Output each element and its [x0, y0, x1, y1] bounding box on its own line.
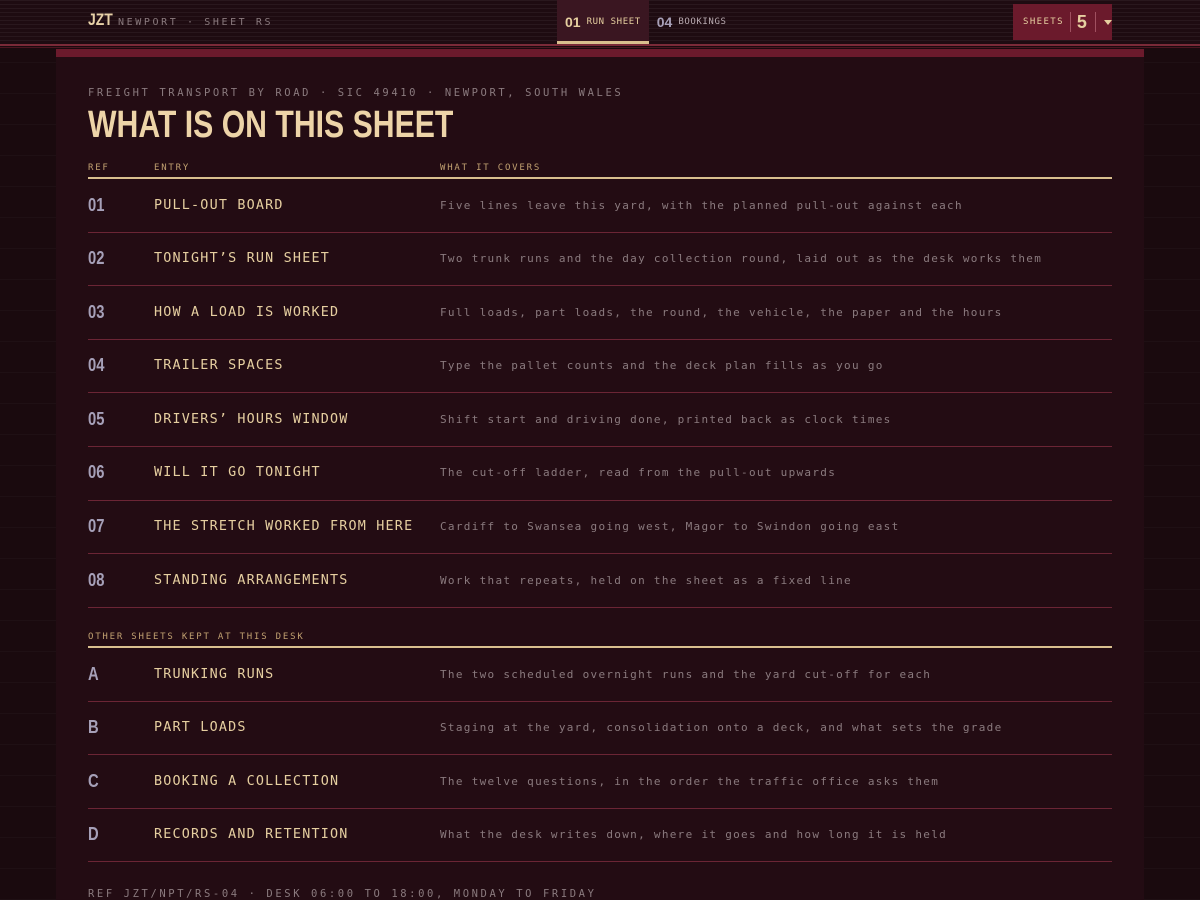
entry-ref: 01 [88, 194, 105, 215]
entry-description: Work that repeats, held on the sheet as … [440, 573, 852, 587]
entry-ref: A [88, 663, 99, 684]
list-item[interactable]: 08 STANDING ARRANGEMENTS Work that repea… [88, 554, 1112, 608]
list-item[interactable]: 07 THE STRETCH WORKED FROM HERE Cardiff … [88, 501, 1112, 555]
list-item[interactable]: 06 WILL IT GO TONIGHT The cut-off ladder… [88, 447, 1112, 501]
entry-ref: 08 [88, 569, 105, 590]
tab-run-sheet[interactable]: 01 RUN SHEET [557, 0, 649, 44]
tab-number: 04 [656, 14, 673, 30]
entry-title: BOOKING A COLLECTION [154, 773, 340, 789]
entry-title: DRIVERS’ HOURS WINDOW [154, 411, 349, 427]
list-item[interactable]: 05 DRIVERS’ HOURS WINDOW Shift start and… [88, 393, 1112, 447]
page-kicker: FREIGHT TRANSPORT BY ROAD · SIC 49410 · … [88, 87, 624, 99]
entry-ref: D [88, 824, 99, 845]
list-item[interactable]: 03 HOW A LOAD IS WORKED Full loads, part… [88, 286, 1112, 340]
chevron-down-icon [1103, 19, 1112, 25]
entry-title: TRUNKING RUNS [154, 666, 275, 682]
entry-ref: B [88, 717, 99, 738]
entry-ref: C [88, 770, 99, 791]
list-item[interactable]: 01 PULL-OUT BOARD Five lines leave this … [88, 179, 1112, 233]
entry-description: Five lines leave this yard, with the pla… [440, 198, 963, 212]
entry-title: THE STRETCH WORKED FROM HERE [154, 519, 414, 535]
list-item[interactable]: B PART LOADS Staging at the yard, consol… [88, 702, 1112, 756]
entry-description: Staging at the yard, consolidation onto … [440, 721, 1003, 735]
entry-description: Two trunk runs and the day collection ro… [440, 252, 1043, 266]
divider [1094, 12, 1096, 32]
entry-ref: 06 [88, 462, 105, 483]
entry-title: TONIGHT’S RUN SHEET [154, 251, 330, 267]
entry-ref: 05 [88, 408, 105, 429]
page-title: WHAT IS ON THIS SHEET [88, 104, 454, 146]
entry-ref: 03 [88, 301, 105, 322]
list-item[interactable]: A TRUNKING RUNS The two scheduled overni… [88, 648, 1112, 702]
tab-label: RUN SHEET [586, 17, 641, 27]
sheets-menu-label: SHEETS [1023, 17, 1064, 27]
divider [1069, 12, 1071, 32]
entry-description: The twelve questions, in the order the t… [440, 774, 940, 788]
entry-description: The two scheduled overnight runs and the… [440, 667, 932, 681]
other-sheets-list: A TRUNKING RUNS The two scheduled overni… [88, 648, 1112, 863]
brand-logo[interactable]: JZT [88, 10, 113, 30]
list-item[interactable]: D RECORDS AND RETENTION What the desk wr… [88, 809, 1112, 863]
list-item[interactable]: 02 TONIGHT’S RUN SHEET Two trunk runs an… [88, 233, 1112, 287]
entry-description: What the desk writes down, where it goes… [440, 828, 948, 842]
column-header-covers: WHAT IT COVERS [440, 163, 542, 173]
sheet-panel: FREIGHT TRANSPORT BY ROAD · SIC 49410 · … [56, 49, 1144, 900]
entry-title: PULL-OUT BOARD [154, 197, 284, 213]
entry-description: Full loads, part loads, the round, the v… [440, 305, 1003, 319]
tab-label: BOOKINGS [678, 17, 727, 27]
page-footer: REF JZT/NPT/RS-04 · DESK 06:00 TO 18:00,… [88, 888, 597, 900]
entry-ref: 02 [88, 248, 105, 269]
other-sheets-heading: OTHER SHEETS KEPT AT THIS DESK [88, 632, 305, 642]
entry-ref: 04 [88, 355, 105, 376]
entry-description: Type the pallet counts and the deck plan… [440, 359, 884, 373]
top-bar: JZT NEWPORT · SHEET RS 01 RUN SHEET 04 B… [0, 0, 1200, 44]
list-item[interactable]: C BOOKING A COLLECTION The twelve questi… [88, 755, 1112, 809]
entry-ref: 07 [88, 516, 105, 537]
sheets-menu-button[interactable]: SHEETS 5 [1013, 4, 1112, 40]
column-header-ref: REF [88, 163, 110, 173]
list-item[interactable]: 04 TRAILER SPACES Type the pallet counts… [88, 340, 1112, 394]
top-bar-rule [0, 44, 1200, 46]
top-bar-rule [0, 47, 1200, 48]
sheet-contents-list: 01 PULL-OUT BOARD Five lines leave this … [88, 179, 1112, 608]
entry-title: HOW A LOAD IS WORKED [154, 304, 340, 320]
entry-title: PART LOADS [154, 720, 247, 736]
column-header-entry: ENTRY [154, 163, 191, 173]
sheets-count: 5 [1076, 11, 1087, 32]
tab-bookings[interactable]: 04 BOOKINGS [649, 0, 735, 44]
entry-title: TRAILER SPACES [154, 358, 284, 374]
sheet-tabs: 01 RUN SHEET 04 BOOKINGS [557, 0, 734, 44]
entry-title: WILL IT GO TONIGHT [154, 465, 321, 481]
brand: JZT NEWPORT · SHEET RS [88, 10, 273, 34]
brand-subtitle: NEWPORT · SHEET RS [118, 17, 274, 28]
entry-description: Shift start and driving done, printed ba… [440, 412, 892, 426]
entry-description: The cut-off ladder, read from the pull-o… [440, 466, 837, 480]
tab-number: 01 [565, 14, 581, 30]
entry-description: Cardiff to Swansea going west, Magor to … [440, 520, 900, 534]
entry-title: STANDING ARRANGEMENTS [154, 572, 349, 588]
entry-title: RECORDS AND RETENTION [154, 827, 349, 843]
